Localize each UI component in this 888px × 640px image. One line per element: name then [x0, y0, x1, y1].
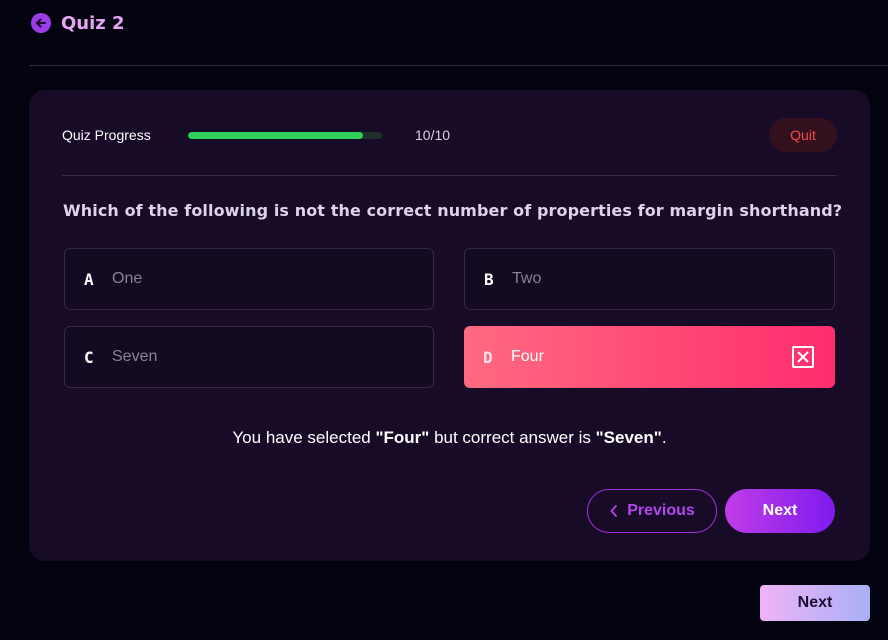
question-text: Which of the following is not the correc…	[63, 201, 843, 220]
page-title: Quiz 2	[61, 12, 125, 34]
progress-fill	[188, 131, 363, 139]
page-header: Quiz 2	[31, 11, 125, 35]
option-letter: C	[84, 347, 94, 367]
back-button[interactable]	[31, 13, 51, 33]
answer-feedback: You have selected "Four" but correct ans…	[29, 428, 870, 448]
option-a[interactable]: A One	[64, 248, 434, 310]
progress-bar	[188, 131, 382, 139]
option-text: Seven	[112, 348, 158, 365]
progress-row: Quiz Progress 10/10 Quit	[62, 118, 837, 152]
option-text: Four	[511, 348, 544, 365]
card-divider	[62, 175, 837, 176]
arrow-left-icon	[36, 18, 46, 28]
progress-count: 10/10	[415, 127, 451, 143]
header-divider	[29, 65, 888, 66]
feedback-middle: but correct answer is	[429, 428, 596, 447]
option-text: Two	[512, 270, 542, 287]
option-letter: B	[484, 269, 494, 289]
next-button[interactable]: Next	[725, 489, 835, 533]
previous-label: Previous	[627, 502, 695, 519]
option-d[interactable]: D Four	[464, 326, 835, 388]
footer-next-button[interactable]: Next	[760, 585, 870, 621]
feedback-correct: "Seven"	[595, 428, 662, 447]
option-letter: D	[483, 347, 493, 367]
wrong-answer-icon	[792, 346, 814, 368]
progress-label: Quiz Progress	[62, 127, 151, 143]
option-letter: A	[84, 269, 94, 289]
feedback-prefix: You have selected	[232, 428, 376, 447]
chevron-left-icon	[610, 505, 618, 517]
quiz-card: Quiz Progress 10/10 Quit Which of the fo…	[29, 90, 870, 561]
previous-button[interactable]: Previous	[587, 489, 717, 533]
feedback-suffix: .	[661, 428, 667, 447]
option-text: One	[112, 270, 143, 287]
feedback-selected: "Four"	[375, 428, 430, 447]
quit-button[interactable]: Quit	[769, 118, 837, 152]
option-c[interactable]: C Seven	[64, 326, 434, 388]
option-b[interactable]: B Two	[464, 248, 835, 310]
